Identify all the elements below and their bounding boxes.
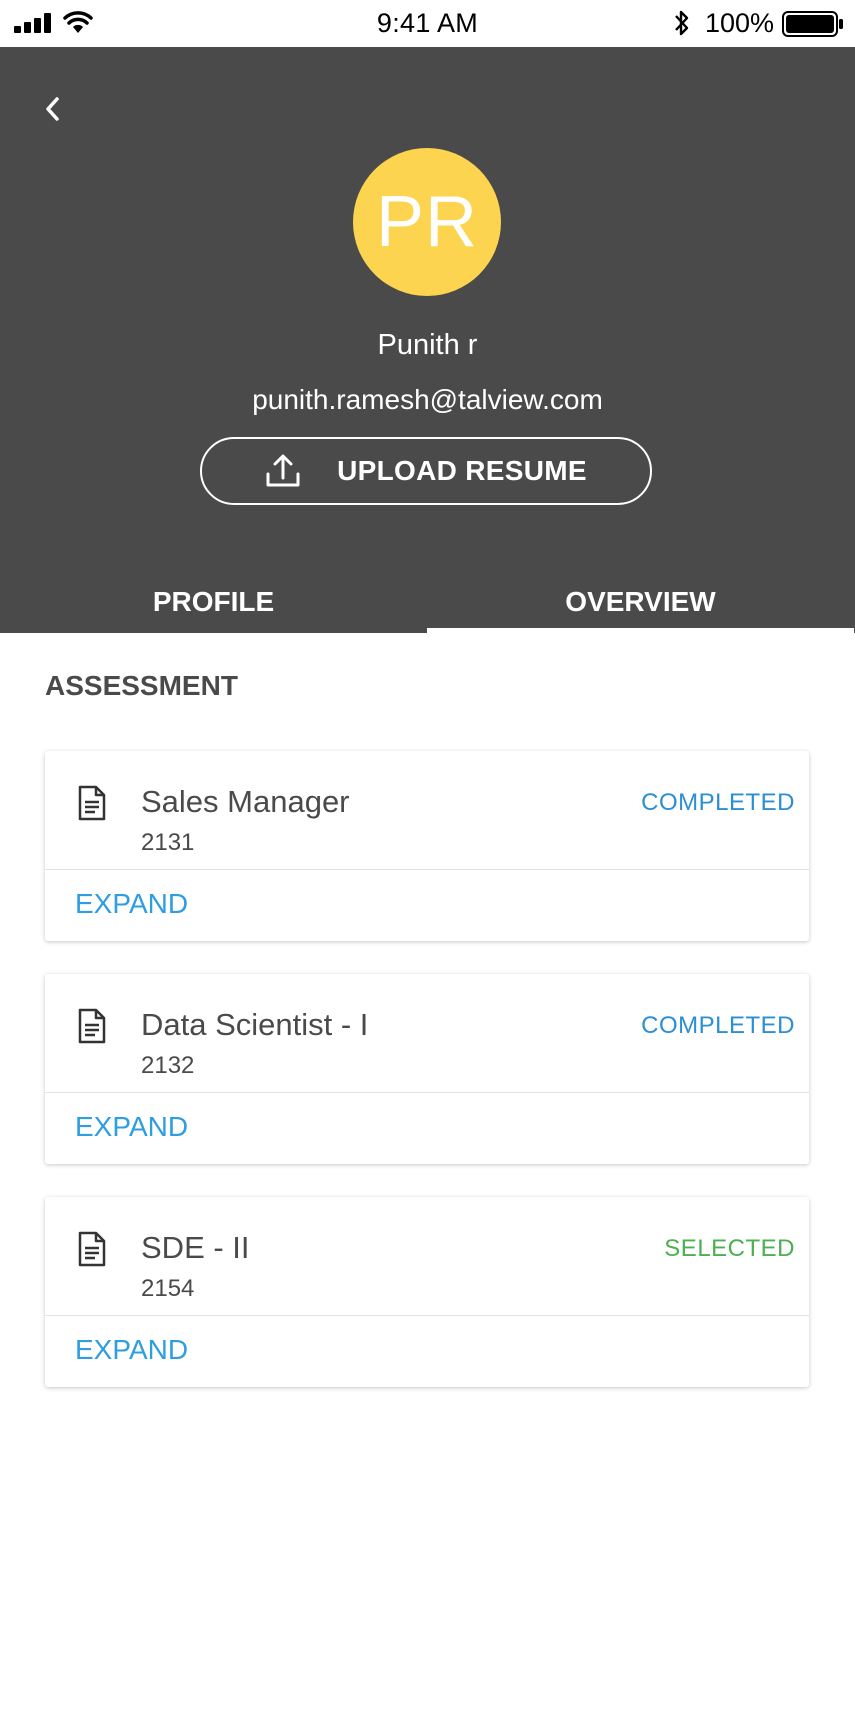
- chevron-left-icon: [43, 96, 61, 127]
- assessment-title: SDE - II: [141, 1230, 250, 1265]
- assessment-card: Sales Manager 2131 COMPLETED EXPAND: [45, 751, 809, 941]
- user-name: Punith r: [377, 329, 478, 361]
- expand-button[interactable]: EXPAND: [75, 1111, 188, 1143]
- tab-profile[interactable]: PROFILE: [0, 571, 427, 633]
- expand-button[interactable]: EXPAND: [75, 888, 188, 920]
- battery-percent: 100%: [705, 8, 775, 38]
- assessment-title: Data Scientist - I: [141, 1007, 369, 1042]
- status-badge: COMPLETED: [641, 789, 795, 816]
- expand-button[interactable]: EXPAND: [75, 1334, 188, 1366]
- status-badge: COMPLETED: [641, 1012, 795, 1039]
- assessment-card: Data Scientist - I 2132 COMPLETED EXPAND: [45, 974, 809, 1164]
- document-icon: [77, 1231, 107, 1272]
- assessment-code: 2154: [141, 1275, 195, 1302]
- section-title: ASSESSMENT: [45, 670, 238, 701]
- upload-resume-label: UPLOAD RESUME: [337, 455, 587, 486]
- avatar: PR: [353, 148, 501, 296]
- tab-overview[interactable]: OVERVIEW: [427, 571, 854, 633]
- status-bar: 9:41 AM 100%: [0, 0, 855, 47]
- upload-resume-button[interactable]: UPLOAD RESUME: [200, 437, 652, 505]
- assessment-card-header[interactable]: Sales Manager 2131 COMPLETED: [45, 751, 809, 870]
- user-email: punith.ramesh@talview.com: [252, 384, 603, 415]
- back-button[interactable]: [30, 89, 74, 133]
- battery-icon: [782, 11, 844, 42]
- profile-header: PR Punith r punith.ramesh@talview.com UP…: [0, 47, 855, 633]
- assessment-card-header[interactable]: Data Scientist - I 2132 COMPLETED: [45, 974, 809, 1093]
- assessment-card-header[interactable]: SDE - II 2154 SELECTED: [45, 1197, 809, 1316]
- assessment-title: Sales Manager: [141, 784, 350, 819]
- document-icon: [77, 785, 107, 826]
- document-icon: [77, 1008, 107, 1049]
- assessment-code: 2131: [141, 829, 195, 856]
- upload-icon: [265, 454, 301, 488]
- avatar-initials: PR: [375, 182, 479, 262]
- assessment-code: 2132: [141, 1052, 195, 1079]
- status-badge: SELECTED: [664, 1235, 795, 1262]
- bluetooth-icon: [672, 9, 692, 42]
- tab-bar: PROFILE OVERVIEW: [0, 571, 855, 633]
- assessment-card: SDE - II 2154 SELECTED EXPAND: [45, 1197, 809, 1387]
